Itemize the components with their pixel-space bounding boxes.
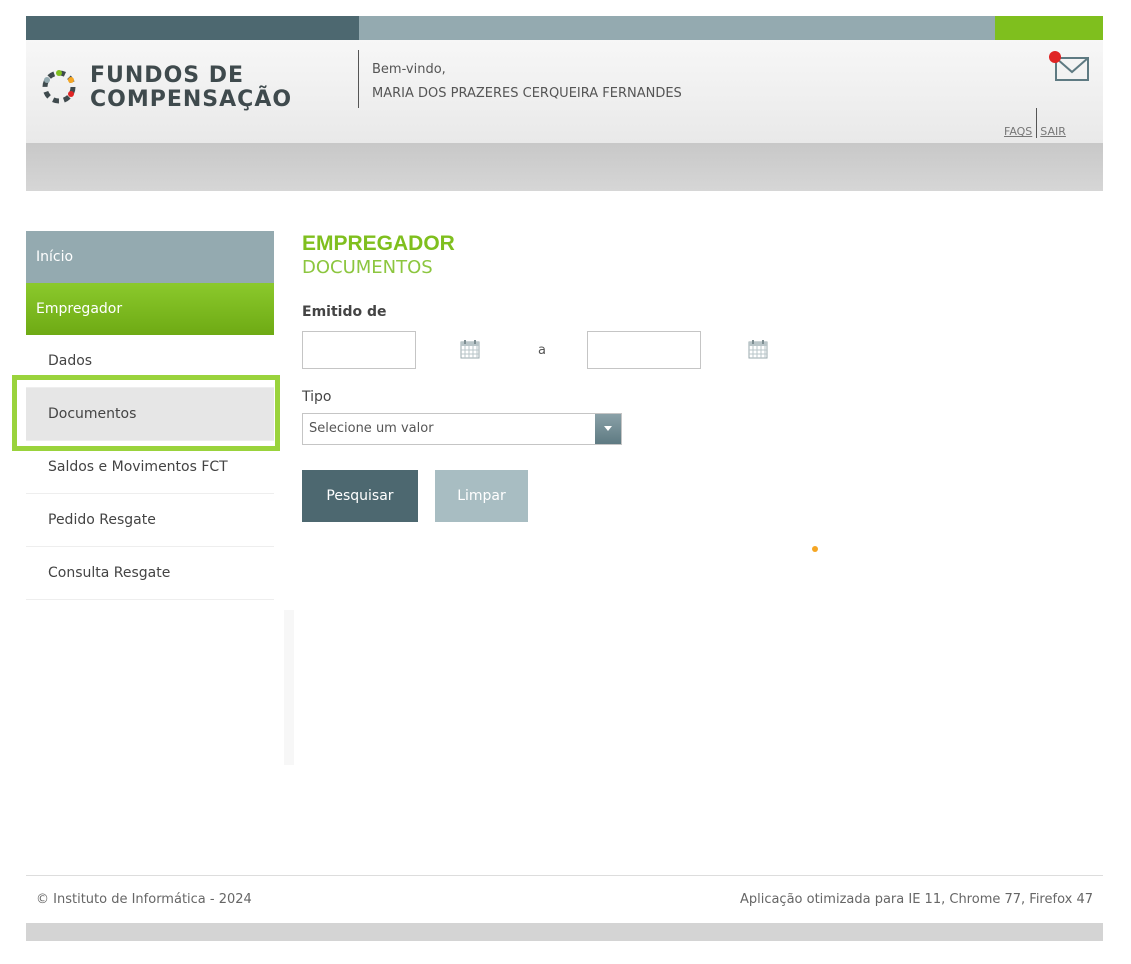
envelope-icon[interactable] [1046,48,1094,88]
issued-label: Emitido de [302,304,387,320]
main-content: EMPREGADOR DOCUMENTOS Emitido de a Tipo … [302,231,1002,522]
chevron-down-icon[interactable] [595,414,621,444]
top-bar-segment-light [359,16,995,40]
sub-header-bar [26,143,1103,191]
type-select-value: Selecione um valor [309,421,434,436]
faqs-link[interactable]: FAQS [1004,125,1032,138]
top-bar-segment-dark [26,16,359,40]
welcome-text: Bem-vindo, [372,62,446,77]
logout-link[interactable]: SAIR [1040,125,1066,138]
sidebar-item-empregador[interactable]: Empregador [26,283,274,335]
sidebar-item-documentos[interactable]: Documentos [26,388,274,441]
to-label: a [538,343,546,358]
welcome-block: Bem-vindo, MARIA DOS PRAZERES CERQUEIRA … [372,58,682,106]
footer-divider [26,875,1103,876]
footer-browser-note: Aplicação otimizada para IE 11, Chrome 7… [739,892,1093,907]
loading-dot [812,546,818,552]
date-to-input[interactable] [587,331,701,369]
logo-text: FUNDOS DE COMPENSAÇÃO [90,64,292,112]
type-label: Tipo [302,389,332,405]
type-select[interactable]: Selecione um valor [302,413,622,445]
footer-copyright: © Instituto de Informática - 2024 [36,892,252,907]
date-from-input[interactable] [302,331,416,369]
sidebar-item-consulta-resgate[interactable]: Consulta Resgate [26,547,274,600]
header-divider [358,50,359,108]
sidebar-item-dados[interactable]: Dados [26,335,274,388]
search-button[interactable]: Pesquisar [302,470,418,522]
page-title: EMPREGADOR [302,232,455,255]
sidebar: Início Empregador Dados Documentos Saldo… [26,231,274,600]
sidebar-item-inicio[interactable]: Início [26,231,274,283]
top-bar-segment-green [995,16,1103,40]
logo[interactable]: FUNDOS DE COMPENSAÇÃO [38,64,348,114]
logo-line-1: FUNDOS DE [90,63,245,88]
clear-button[interactable]: Limpar [435,470,528,522]
logo-line-2: COMPENSAÇÃO [90,87,293,112]
calendar-icon[interactable] [460,339,480,359]
calendar-icon[interactable] [748,339,768,359]
sidebar-item-saldos[interactable]: Saldos e Movimentos FCT [26,441,274,494]
sidebar-shadow [284,610,294,765]
link-separator [1036,108,1038,138]
header: FUNDOS DE COMPENSAÇÃO Bem-vindo, MARIA D… [26,40,1103,143]
footer-bar [26,923,1103,941]
sidebar-item-pedido-resgate[interactable]: Pedido Resgate [26,494,274,547]
user-name: MARIA DOS PRAZERES CERQUEIRA FERNANDES [372,86,682,101]
logo-mark-icon [42,70,76,104]
header-links: FAQS SAIR [1004,108,1066,138]
top-color-bar [26,16,1103,40]
page-subtitle: DOCUMENTOS [302,257,433,278]
